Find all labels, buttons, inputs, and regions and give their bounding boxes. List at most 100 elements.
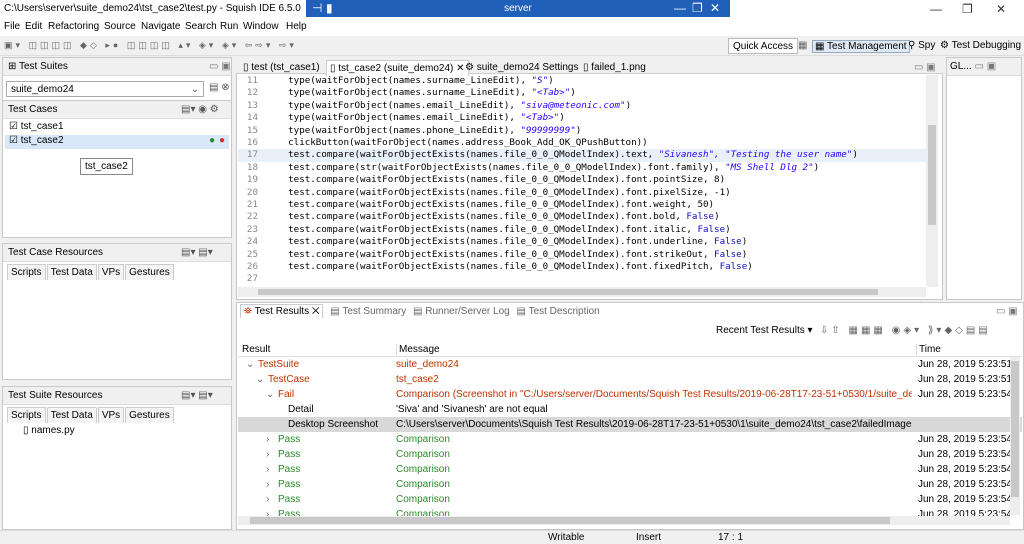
code-line[interactable]: 11 type(waitForObject(names.surname_Line… [238,75,938,87]
tab-test-results[interactable]: ⛯ Test Results ✕ [240,304,324,318]
tab-test-summary[interactable]: ▤ Test Summary [330,306,406,317]
perspective-test-debugging[interactable]: ⚙ Test Debugging [940,40,1021,51]
panel-minmax-icons[interactable]: ▭ ▣ [209,61,231,72]
code-line[interactable]: 27 [238,273,938,285]
expand-arrow-icon[interactable]: › [266,434,269,445]
suite-actions-icons[interactable]: ▤ ⊗ [209,82,230,93]
checkbox-icon[interactable]: ☑ [9,135,18,146]
tab-vps[interactable]: VPs [97,407,125,423]
close-icon[interactable]: ✕ [996,2,1006,16]
perspective-spy[interactable]: ⚲ Spy [908,40,935,51]
menu-refactoring[interactable]: Refactoring [48,21,99,32]
code-line[interactable]: 23 test.compare(waitForObjectExists(name… [238,224,938,236]
minimize-icon[interactable]: — [930,2,942,16]
expand-arrow-icon[interactable]: › [266,479,269,490]
column-message[interactable]: Message [396,344,440,355]
result-row[interactable]: › Pass Comparison Jun 28, 2019 5:23:54 I [238,492,1022,507]
code-line[interactable]: 14 type(waitForObject(names.email_LineEd… [238,112,938,124]
panel-title[interactable]: GL... [950,61,972,72]
result-row[interactable]: ⌄ TestCase tst_case2 Jun 28, 2019 5:23:51 I [238,372,1022,387]
code-line[interactable]: 25 test.compare(waitForObjectExists(name… [238,249,938,261]
perspective-test-management[interactable]: ▦ Test Management [812,40,910,53]
result-row[interactable]: ⌄ TestSuite suite_demo24 Jun 28, 2019 5:23:… [238,357,1022,372]
result-row[interactable]: › Pass Comparison Jun 28, 2019 5:23:54 I [238,432,1022,447]
column-time[interactable]: Time [916,344,941,355]
code-line[interactable]: 24 test.compare(waitForObjectExists(name… [238,236,938,248]
code-line[interactable]: 17 test.compare(waitForObjectExists(name… [238,149,938,162]
suite-select[interactable]: suite_demo24 ⌄ [6,81,204,97]
tab-test-description[interactable]: ▤ Test Description [517,306,600,317]
menu-source[interactable]: Source [104,21,136,32]
expand-arrow-icon[interactable]: ⌄ [256,374,264,385]
resource-actions-icons[interactable]: ▤▾ ▤▾ [181,247,213,258]
menu-edit[interactable]: Edit [25,21,42,32]
restore-remote-icon[interactable]: ❐ [692,1,703,15]
code-line[interactable]: 21 test.compare(waitForObjectExists(name… [238,199,938,211]
test-case-item[interactable]: ☑ tst_case2 ● ● [5,135,229,149]
tab-test-data[interactable]: Test Data [46,264,97,280]
code-line[interactable]: 20 test.compare(waitForObjectExists(name… [238,187,938,199]
tab-test-data[interactable]: Test Data [46,407,97,423]
result-row[interactable]: ⌄ Fail Comparison (Screenshot in "C:/Users… [238,387,1022,402]
code-line[interactable]: 15 type(waitForObject(names.phone_LineEd… [238,125,938,137]
editor-minmax-icons[interactable]: ▭ ▣ [914,62,936,73]
menu-help[interactable]: Help [286,21,307,32]
tab-test-tst-case1[interactable]: ▯ test (tst_case1) [240,60,323,75]
tab-gestures[interactable]: Gestures [125,264,174,280]
result-row[interactable]: › Pass Comparison Jun 28, 2019 5:23:54 I [238,477,1022,492]
expand-arrow-icon[interactable]: ⌄ [266,389,274,400]
expand-arrow-icon[interactable]: ⌄ [246,359,254,370]
code-line[interactable]: 19 test.compare(waitForObjectExists(name… [238,174,938,186]
maximize-icon[interactable]: ❐ [962,2,973,16]
recent-test-results-button[interactable]: Recent Test Results ▾ [716,325,813,336]
tab-runner-log[interactable]: ▤ Runner/Server Log [413,306,510,317]
tab-failed-png[interactable]: ▯ failed_1.png [580,60,649,75]
open-perspective-icon[interactable]: ▦ [798,40,807,51]
run-icon[interactable]: ● [209,135,215,146]
test-case-item[interactable]: ☑ tst_case1 [9,121,64,132]
result-row[interactable]: › Pass Comparison Jun 28, 2019 5:23:54 I [238,462,1022,477]
menu-navigate[interactable]: Navigate [141,21,180,32]
menu-run[interactable]: Run [220,21,238,32]
panel-minmax-icons[interactable]: ▭ ▣ [974,61,996,72]
results-toolbar-icons[interactable]: ⇩⇧ ▦▦▦ ◉◈▾ ⟫▾◆◇▤▤ [820,325,991,336]
code-line[interactable]: 22 test.compare(waitForObjectExists(name… [238,211,938,223]
menu-search[interactable]: Search [185,21,217,32]
code-line[interactable]: 13 type(waitForObject(names.email_LineEd… [238,100,938,112]
tab-tst-case2[interactable]: ▯ tst_case2 (suite_demo24) ✕ [326,60,469,76]
results-horizontal-scrollbar[interactable] [238,516,1010,525]
result-row[interactable]: › Pass Comparison Jun 28, 2019 5:23:54 I [238,447,1022,462]
tab-scripts[interactable]: Scripts [7,264,46,280]
menu-window[interactable]: Window [243,21,279,32]
minimize-remote-icon[interactable]: — [674,1,686,15]
quick-access-input[interactable]: Quick Access [728,38,799,54]
code-line[interactable]: 12 type(waitForObject(names.surname_Line… [238,87,938,99]
tab-suite-settings[interactable]: ⚙ suite_demo24 Settings [462,60,581,75]
expand-arrow-icon[interactable]: › [266,464,269,475]
menu-file[interactable]: File [4,21,20,32]
code-line[interactable]: 16 clickButton(waitForObject(names.addre… [238,137,938,149]
results-scrollbar[interactable] [1010,357,1020,515]
result-row[interactable]: Desktop Screenshot C:\Users\server\Docume… [238,417,1022,432]
suite-resource-actions-icons[interactable]: ▤▾ ▤▾ [181,390,213,401]
expand-arrow-icon[interactable]: › [266,449,269,460]
tab-gestures[interactable]: Gestures [125,407,174,423]
tab-vps[interactable]: VPs [97,264,125,280]
file-item[interactable]: ▯ names.py [23,425,75,436]
code-text: ) [714,211,720,223]
expand-arrow-icon[interactable]: › [266,494,269,505]
test-case-actions-icons[interactable]: ▤▾ ◉ ⚙ [181,104,219,115]
editor-scrollbar[interactable] [926,75,938,287]
code-line[interactable]: 18 test.compare(str(waitForObjectExists(… [238,162,938,174]
tab-scripts[interactable]: Scripts [7,407,46,423]
results-minmax-icons[interactable]: ▭ ▣ [996,306,1018,317]
toolbar-icons[interactable]: ▣▾ ◫◫◫◫ ◆◇ ▸● ◫◫◫◫ ▴▾ ◈▾ ◈▾ ⇦⇨▾ ⇨▾ [4,40,297,51]
code-line[interactable]: 26 test.compare(waitForObjectExists(name… [238,261,938,273]
checkbox-icon[interactable]: ☑ [9,121,18,132]
record-icon[interactable]: ● [219,135,225,146]
result-row[interactable]: Detail 'Siva' and 'Sivanesh' are not equa… [238,402,1022,417]
result-cell: TestSuite [258,359,300,370]
close-remote-icon[interactable]: ✕ [710,1,720,15]
column-result[interactable]: Result [242,344,270,355]
editor-horizontal-scrollbar[interactable] [238,287,926,297]
